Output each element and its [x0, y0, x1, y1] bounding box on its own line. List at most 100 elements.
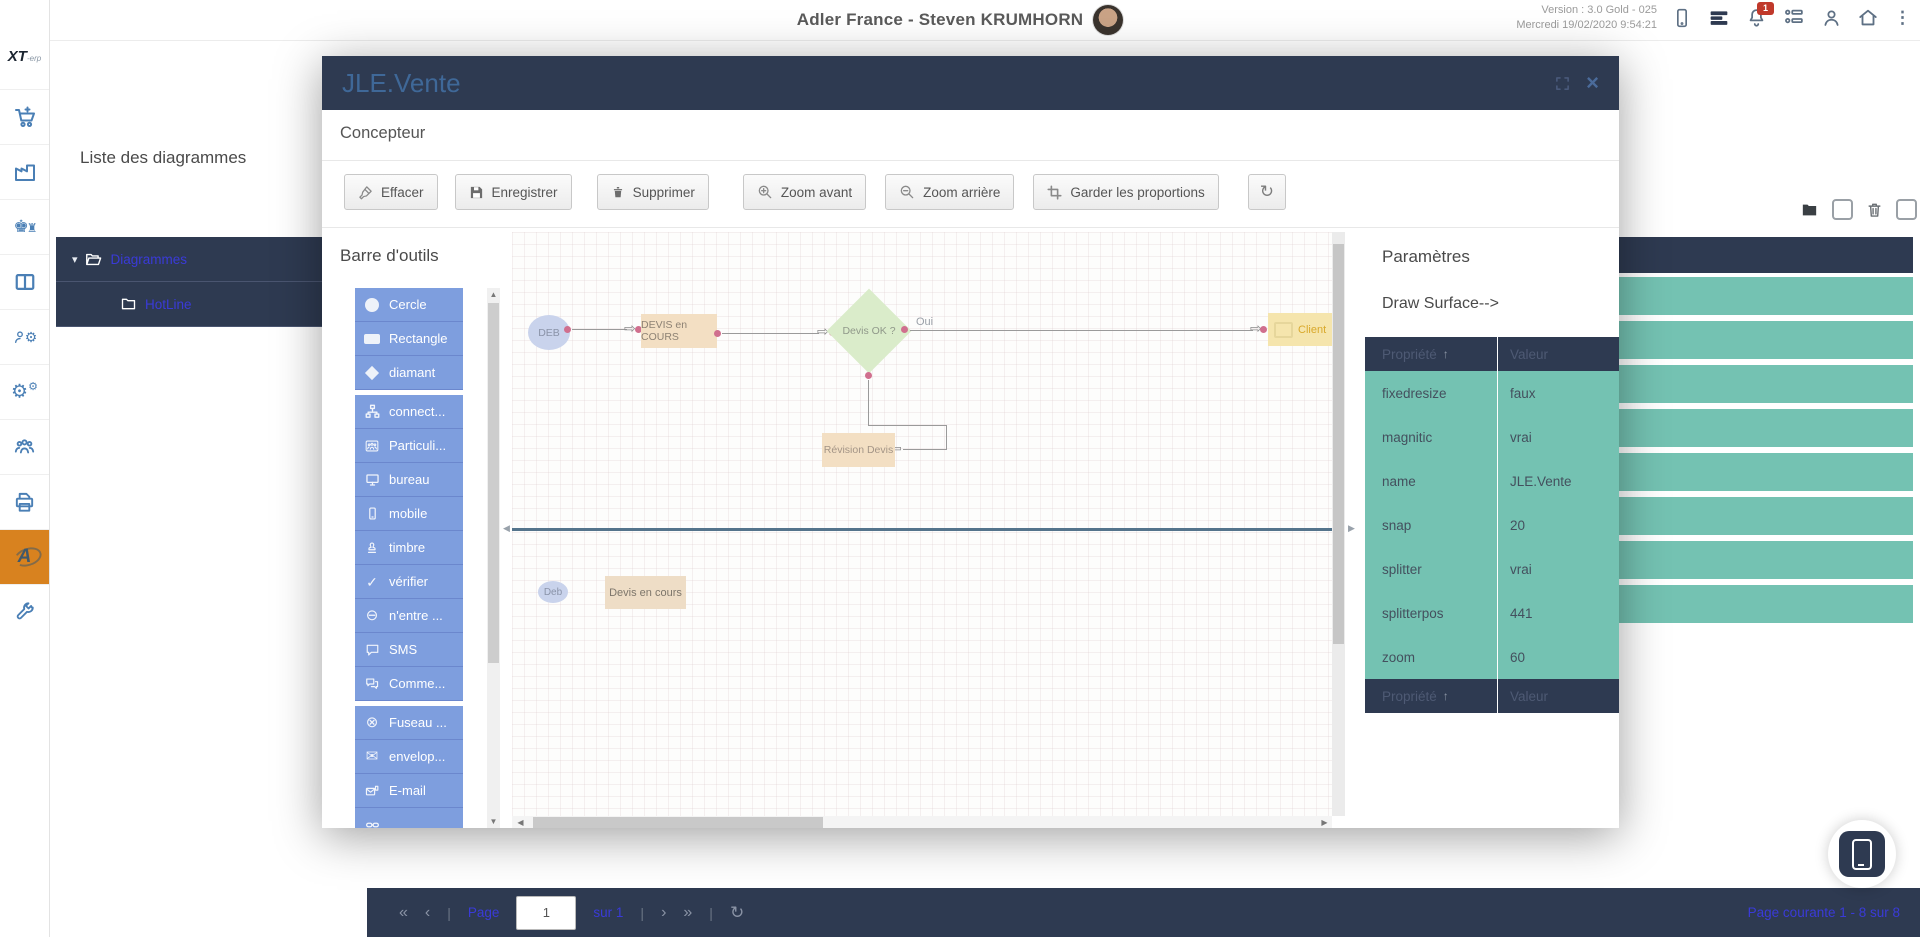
floating-contact-button[interactable] — [1828, 820, 1896, 888]
sidebar-item-strategy[interactable]: ♚♜ — [0, 199, 49, 254]
toolbox-item-email[interactable]: E-mail — [355, 774, 463, 808]
sidebar-menu: ♚♜ ⚙ ⚙⚙ A — [0, 89, 49, 639]
node-devis-en-cours-2[interactable]: Devis en cours — [605, 576, 686, 609]
scrollbar-thumb[interactable] — [488, 303, 499, 663]
connector-dot[interactable] — [564, 326, 571, 333]
toolbox-item-timbre[interactable]: timbre — [355, 531, 463, 565]
mobile-icon — [363, 506, 381, 521]
toolbox-item-rectangle[interactable]: Rectangle — [355, 322, 463, 356]
node-revision-devis[interactable]: Révision Devis — [822, 433, 895, 467]
button-label: Supprimer — [633, 185, 695, 200]
save-button[interactable]: Enregistrer — [455, 174, 572, 210]
pagination-bar: « ‹ | Page sur 1 | › » | ↻ Page courante… — [367, 888, 1920, 937]
scroll-left-icon[interactable]: ◀ — [514, 818, 527, 827]
connector-dot[interactable] — [865, 372, 872, 379]
checkbox[interactable] — [1896, 199, 1917, 220]
canvas-h-scrollbar[interactable]: ◀ ▶ — [512, 816, 1332, 828]
scroll-right-icon[interactable]: ▶ — [1318, 818, 1331, 827]
trash-icon[interactable] — [1866, 201, 1883, 219]
toolbox-item-mobile[interactable]: mobile — [355, 497, 463, 531]
next-page-button[interactable]: › — [661, 904, 666, 922]
toolbox-item-fuseau[interactable]: ⊗Fuseau ... — [355, 706, 463, 740]
connector-dot[interactable] — [1260, 326, 1267, 333]
sidebar-item-user-settings[interactable]: ⚙ — [0, 309, 49, 364]
refresh-button[interactable]: ↻ — [1248, 174, 1286, 210]
toolbox-item-diamant[interactable]: diamant — [355, 356, 463, 390]
param-row-splitterpos[interactable]: splitterpos441 — [1365, 591, 1619, 635]
node-deb-2[interactable]: Deb — [538, 581, 568, 603]
user-icon[interactable] — [1821, 7, 1842, 29]
param-row-fixedresize[interactable]: fixedresizefaux — [1365, 371, 1619, 415]
toolbox-item-partial[interactable] — [355, 808, 463, 828]
zoom-in-icon — [757, 184, 773, 200]
node-devis-en-cours[interactable]: DEVIS en COURS — [641, 314, 717, 348]
zoom-out-button[interactable]: Zoom arrière — [885, 174, 1014, 210]
checkbox[interactable] — [1832, 199, 1853, 220]
toolbox-item-verifier[interactable]: ✓vérifier — [355, 565, 463, 599]
top-header: Adler France - Steven KRUMHORN Version :… — [0, 0, 1920, 41]
param-row-magnitic[interactable]: magniticvrai — [1365, 415, 1619, 459]
chevron-down-icon[interactable]: ▾ — [72, 253, 78, 266]
refresh-icon[interactable]: ↻ — [730, 903, 744, 923]
sidebar-item-tools[interactable] — [0, 584, 49, 639]
tablet-icon[interactable] — [1672, 7, 1692, 29]
param-row-snap[interactable]: snap20 — [1365, 503, 1619, 547]
toolbox-item-sms[interactable]: SMS — [355, 633, 463, 667]
keep-proportions-button[interactable]: Garder les proportions — [1033, 174, 1218, 210]
maximize-icon[interactable] — [1555, 76, 1570, 91]
save-icon — [469, 185, 484, 200]
first-page-button[interactable]: « — [399, 904, 408, 922]
page-number-input[interactable] — [516, 896, 576, 930]
canvas-v-scrollbar[interactable] — [1332, 232, 1345, 816]
param-row-splitter[interactable]: splittervrai — [1365, 547, 1619, 591]
toolbox-item-bureau[interactable]: bureau — [355, 463, 463, 497]
column-header-propriete[interactable]: Propriété↑ — [1365, 337, 1498, 371]
connector-dot[interactable] — [901, 326, 908, 333]
toolbox-item-nentre[interactable]: ⊖n'entre ... — [355, 599, 463, 633]
splitter-collapse-left-icon[interactable]: ◀ — [503, 523, 510, 534]
surface-splitter[interactable] — [512, 528, 1332, 531]
splitter-collapse-right-icon[interactable]: ▶ — [1348, 523, 1355, 534]
folder-icon[interactable] — [1800, 202, 1819, 218]
node-client[interactable]: Client — [1268, 313, 1332, 346]
sidebar-item-production[interactable] — [0, 144, 49, 199]
last-page-button[interactable]: » — [683, 904, 692, 922]
sidebar-item-workflow-active[interactable]: A — [0, 529, 49, 584]
close-icon[interactable]: × — [1586, 72, 1599, 94]
sidebar-item-sales[interactable] — [0, 89, 49, 144]
toolbox-item-enveloppe[interactable]: ✉envelop... — [355, 740, 463, 774]
user-avatar[interactable] — [1093, 5, 1123, 35]
home-icon[interactable] — [1857, 7, 1879, 29]
zoom-in-button[interactable]: Zoom avant — [743, 174, 866, 210]
scrollbar-thumb[interactable] — [533, 817, 823, 828]
scroll-up-icon[interactable]: ▲ — [487, 290, 500, 299]
connector-dot[interactable] — [714, 330, 721, 337]
notifications-bell-icon[interactable]: 1 — [1746, 7, 1767, 29]
sidebar-item-settings[interactable]: ⚙⚙ — [0, 364, 49, 419]
params-table-footer: Propriété↑ Valeur — [1365, 679, 1619, 713]
prev-page-button[interactable]: ‹ — [425, 904, 430, 922]
sort-asc-icon: ↑ — [1443, 347, 1449, 361]
toolbox-scrollbar[interactable]: ▲ ▼ — [487, 288, 500, 828]
contacts-list-icon[interactable] — [1782, 7, 1806, 28]
server-icon[interactable] — [1707, 8, 1731, 28]
sidebar-item-printing[interactable] — [0, 474, 49, 529]
diagram-canvas[interactable]: DEB ⇨ DEVIS en COURS ⇨ Devis OK ? Oui ⇨ … — [512, 232, 1332, 816]
kebab-menu-icon[interactable]: ⋮ — [1894, 8, 1912, 28]
toolbox-item-connect[interactable]: connect... — [355, 395, 463, 429]
toolbox-item-particulier[interactable]: Particuli... — [355, 429, 463, 463]
sidebar-item-users[interactable] — [0, 419, 49, 474]
zoom-out-icon — [899, 184, 915, 200]
delete-button[interactable]: Supprimer — [597, 174, 709, 210]
scrollbar-thumb[interactable] — [1333, 244, 1344, 644]
app-logo[interactable]: XT-erp — [0, 48, 49, 65]
node-deb[interactable]: DEB — [528, 315, 570, 350]
toolbox-item-cercle[interactable]: Cercle — [355, 288, 463, 322]
param-row-zoom[interactable]: zoom60 — [1365, 635, 1619, 679]
clear-button[interactable]: Effacer — [344, 174, 438, 210]
column-header-valeur[interactable]: Valeur — [1498, 347, 1619, 362]
param-row-name[interactable]: nameJLE.Vente — [1365, 459, 1619, 503]
toolbox-item-commentaires[interactable]: Comme... — [355, 667, 463, 701]
sidebar-item-layout[interactable] — [0, 254, 49, 309]
scroll-down-icon[interactable]: ▼ — [487, 817, 500, 826]
